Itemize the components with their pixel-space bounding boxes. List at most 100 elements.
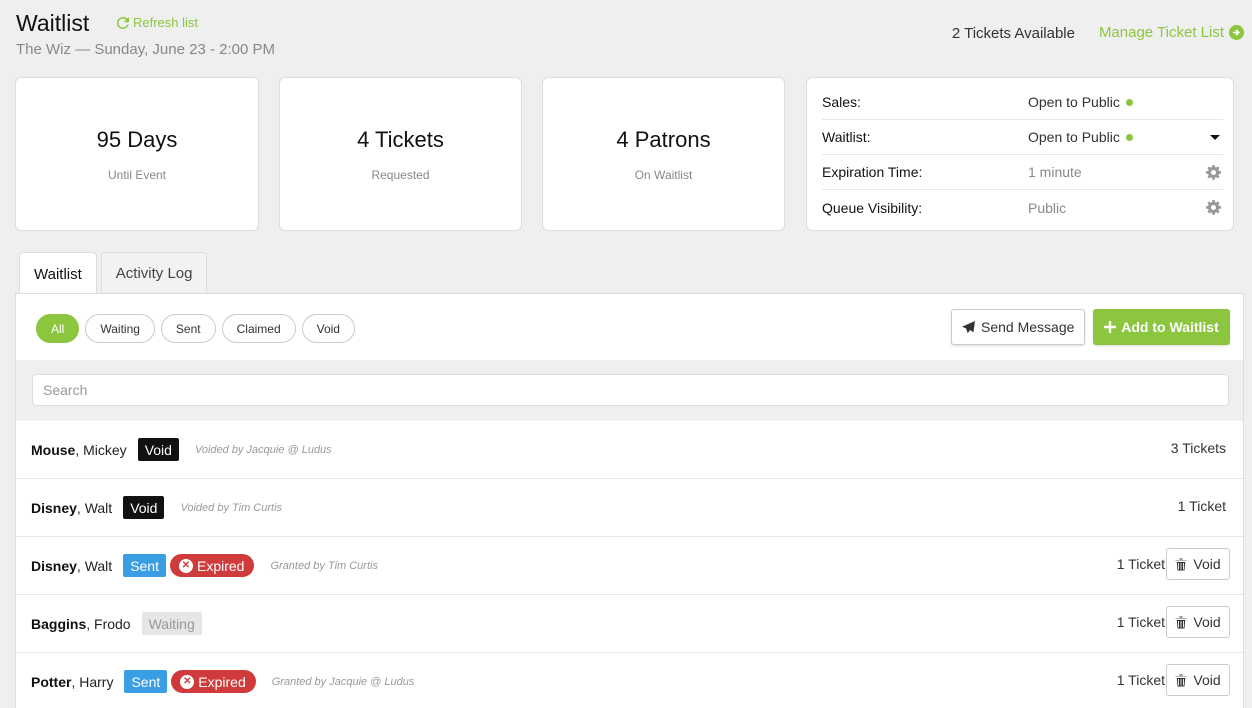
expired-badge: ✕ Expired: [171, 670, 256, 693]
waitlist-panel: All Waiting Sent Claimed Void Send Messa…: [15, 293, 1244, 708]
table-row[interactable]: Disney, Walt Void Voided by Tim Curtis 1…: [16, 479, 1243, 537]
void-button-label: Void: [1193, 556, 1221, 572]
expired-badge: ✕ Expired: [170, 554, 255, 577]
status-filters: All Waiting Sent Claimed Void: [36, 314, 355, 343]
patron-first-name: , Frodo: [86, 615, 131, 632]
trash-icon: [1175, 673, 1188, 687]
send-message-label: Send Message: [981, 319, 1075, 335]
entry-note: Granted by Jacquie @ Ludus: [271, 675, 415, 688]
expired-label: Expired: [198, 673, 246, 690]
tab-bar: Waitlist Activity Log: [19, 252, 208, 295]
setting-sales: Sales: Open to Public: [822, 85, 1223, 120]
setting-value-text: Open to Public: [1028, 129, 1120, 145]
caret-down-icon[interactable]: [1209, 130, 1221, 146]
tab-activity-log[interactable]: Activity Log: [100, 252, 208, 294]
stat-value: 4 Tickets: [357, 127, 444, 152]
void-button[interactable]: Void: [1166, 606, 1230, 638]
setting-label: Queue Visibility:: [822, 199, 923, 216]
add-to-waitlist-label: Add to Waitlist: [1121, 319, 1219, 335]
search-input[interactable]: [32, 374, 1229, 406]
patron-name: Baggins, Frodo: [31, 616, 131, 632]
table-row[interactable]: Mouse, Mickey Void Voided by Jacquie @ L…: [16, 421, 1243, 479]
status-badge: Void: [137, 438, 179, 461]
patron-name: Disney, Walt: [31, 558, 112, 574]
setting-value-text: Open to Public: [1028, 94, 1120, 110]
page-header: Waitlist Refresh list The Wiz — Sunday, …: [16, 8, 1244, 64]
refresh-list-label: Refresh list: [133, 15, 199, 30]
ticket-count: 1 Ticket: [1116, 556, 1165, 572]
table-row[interactable]: Disney, Walt Sent ✕ Expired Granted by Ti…: [16, 537, 1243, 595]
patron-first-name: , Walt: [76, 557, 113, 574]
event-subtitle: The Wiz — Sunday, June 23 - 2:00 PM: [16, 41, 276, 58]
patron-first-name: , Walt: [76, 499, 113, 516]
stat-card-tickets: 4 Tickets Requested: [279, 77, 522, 231]
waitlist-settings-card: Sales: Open to Public Waitlist: Open to …: [806, 77, 1234, 231]
refresh-icon: [117, 16, 129, 29]
ticket-count: 1 Ticket: [1177, 498, 1226, 514]
plus-icon: [1104, 321, 1117, 333]
setting-label: Waitlist:: [822, 129, 871, 145]
trash-icon: [1175, 557, 1188, 571]
setting-value: Public: [1028, 199, 1067, 216]
add-to-waitlist-button[interactable]: Add to Waitlist: [1093, 309, 1230, 345]
close-circle-icon: ✕: [179, 558, 193, 573]
setting-queue-visibility: Queue Visibility: Public: [822, 190, 1223, 225]
page-title: Waitlist: [16, 10, 90, 36]
arrow-right-circle-icon: [1229, 25, 1244, 40]
setting-value: Open to Public: [1028, 129, 1133, 145]
void-button-label: Void: [1193, 672, 1221, 688]
ticket-count: 1 Ticket: [1116, 614, 1165, 630]
setting-label: Expiration Time:: [822, 164, 923, 180]
setting-waitlist[interactable]: Waitlist: Open to Public: [822, 120, 1223, 155]
patron-name: Disney, Walt: [31, 500, 112, 516]
setting-value: Open to Public: [1028, 94, 1133, 110]
entry-note: Voided by Tim Curtis: [180, 501, 283, 514]
void-button-label: Void: [1193, 614, 1221, 630]
filter-claimed[interactable]: Claimed: [221, 314, 296, 343]
paper-plane-icon: [962, 320, 975, 333]
patron-name: Mouse, Mickey: [31, 442, 127, 458]
filter-void[interactable]: Void: [301, 314, 355, 343]
void-button[interactable]: Void: [1166, 548, 1230, 580]
patron-first-name: , Harry: [71, 673, 114, 690]
table-row[interactable]: Baggins, Frodo Waiting 1 Ticket Void: [16, 595, 1243, 653]
stat-card-patrons: 4 Patrons On Waitlist: [542, 77, 785, 231]
filter-all[interactable]: All: [36, 314, 80, 343]
filter-sent[interactable]: Sent: [160, 314, 216, 343]
search-bar: [16, 360, 1243, 421]
close-circle-icon: ✕: [180, 674, 195, 689]
status-dot-icon: [1125, 98, 1133, 106]
ticket-count: 1 Ticket: [1116, 672, 1165, 688]
stat-card-days: 95 Days Until Event: [15, 77, 259, 231]
void-button[interactable]: Void: [1166, 664, 1230, 696]
stat-label: Requested: [371, 168, 430, 182]
stat-value: 4 Patrons: [616, 127, 711, 152]
stat-label: On Waitlist: [634, 168, 693, 182]
gear-icon[interactable]: [1206, 200, 1221, 218]
gear-icon[interactable]: [1206, 165, 1221, 183]
patron-last-name: Mouse: [31, 441, 76, 458]
setting-label: Sales:: [822, 94, 861, 110]
expired-label: Expired: [197, 557, 245, 574]
stat-label: Until Event: [107, 168, 167, 182]
patron-last-name: Disney: [31, 499, 77, 516]
manage-ticket-list-link[interactable]: Manage Ticket List: [1099, 24, 1244, 41]
manage-ticket-list-label: Manage Ticket List: [1098, 24, 1224, 41]
patron-name: Potter, Harry: [31, 674, 113, 690]
status-badge: Waiting: [141, 612, 202, 635]
ticket-count: 3 Tickets: [1170, 440, 1226, 456]
setting-expiration-time: Expiration Time: 1 minute: [822, 155, 1223, 190]
status-badge: Sent: [123, 554, 166, 577]
tickets-available: 2 Tickets Available: [951, 25, 1075, 42]
patron-last-name: Disney: [31, 557, 77, 574]
table-row[interactable]: Potter, Harry Sent ✕ Expired Granted by J…: [16, 653, 1243, 708]
patron-first-name: , Mickey: [75, 441, 127, 458]
status-dot-icon: [1125, 133, 1133, 141]
patron-last-name: Potter: [31, 673, 72, 690]
filter-waiting[interactable]: Waiting: [85, 314, 155, 343]
tab-waitlist[interactable]: Waitlist: [19, 252, 97, 295]
entry-note: Granted by Tim Curtis: [270, 559, 378, 572]
refresh-list-link[interactable]: Refresh list: [117, 15, 198, 30]
send-message-button[interactable]: Send Message: [951, 309, 1086, 345]
stat-value: 95 Days: [96, 127, 178, 152]
